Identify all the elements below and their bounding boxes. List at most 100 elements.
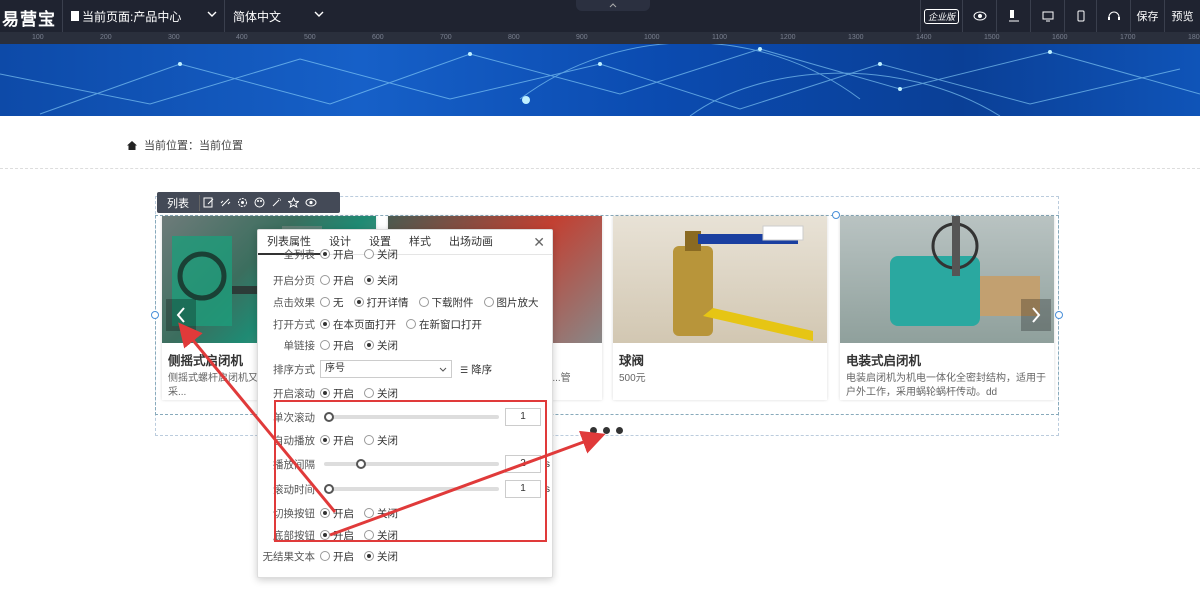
home-icon[interactable] — [127, 140, 137, 150]
radio-option[interactable]: 打开详情 — [353, 295, 409, 310]
setting-row-single-link: 单链接 开启 关闭 — [258, 336, 554, 354]
radio-option[interactable]: 开启 — [320, 247, 354, 262]
resize-handle-left[interactable] — [151, 311, 159, 319]
setting-row-pagination: 开启分页 开启 关闭 — [258, 271, 554, 289]
radio-option[interactable]: 关闭 — [364, 386, 398, 401]
resize-handle-right[interactable] — [1055, 311, 1063, 319]
radio-circle — [320, 340, 330, 350]
ruler-tick: 1700 — [1120, 34, 1136, 41]
radio-option[interactable]: 关闭 — [364, 247, 398, 262]
product-title[interactable]: 电装式启闭机 — [846, 350, 921, 369]
collapse-handle[interactable] — [576, 0, 650, 11]
ruler-tick: 1800 — [1188, 34, 1200, 41]
highlight-box — [274, 400, 547, 542]
ruler-tick: 1300 — [848, 34, 864, 41]
list-toolbar-label[interactable]: 列表 — [157, 194, 200, 211]
carousel-prev-button[interactable] — [166, 299, 196, 331]
chevron-up-icon — [609, 3, 617, 8]
magic-icon[interactable] — [268, 194, 285, 211]
resize-handle-top[interactable] — [832, 211, 840, 219]
setting-row-no-result: 无结果文本 开启 关闭 — [258, 547, 554, 565]
product-desc: 电装启闭机为机电一体化全密封结构，适用于户外工作，采用蜗轮蜗杆传动。dd — [846, 373, 1046, 398]
ruler-tick: 800 — [508, 34, 520, 41]
radio-circle — [320, 297, 330, 307]
ruler-tick: 1200 — [780, 34, 796, 41]
page-select[interactable]: 当前页面:产品中心 — [62, 0, 227, 32]
setting-label: 无结果文本 — [262, 550, 316, 563]
chevron-right-icon — [1032, 307, 1041, 323]
product-title[interactable]: 侧摇式启闭机 — [168, 350, 243, 369]
radio-circle — [320, 249, 330, 259]
product-card[interactable]: 球阀 500元 — [613, 216, 827, 400]
sort-desc-icon: ☰ — [460, 364, 469, 375]
radio-option[interactable]: 关闭 — [364, 273, 398, 288]
radio-circle — [483, 297, 494, 307]
network-graphic — [0, 44, 1200, 116]
carousel-dot[interactable] — [616, 427, 623, 434]
carousel-next-button[interactable] — [1021, 299, 1051, 331]
radio-option[interactable]: 关闭 — [364, 338, 398, 353]
sort-select[interactable]: 序号 — [320, 360, 452, 378]
ruler-tick: 500 — [304, 34, 316, 41]
star-icon[interactable] — [285, 194, 302, 211]
mobile-view-button[interactable] — [1064, 0, 1096, 32]
radio-circle — [353, 297, 364, 307]
radio-label: 关闭 — [377, 248, 398, 261]
edit-icon[interactable] — [200, 194, 217, 211]
radio-option[interactable]: 在新窗口打开 — [406, 317, 482, 332]
setting-label: 点击效果 — [273, 296, 315, 309]
banner-image — [0, 44, 1200, 116]
sort-order-toggle[interactable]: ☰ 降序 — [460, 362, 492, 377]
save-button[interactable]: 保存 — [1130, 0, 1164, 32]
radio-label: 无 — [333, 296, 344, 309]
page-icon — [71, 11, 79, 21]
radio-option[interactable]: 图片放大 — [483, 295, 539, 310]
radio-option[interactable]: 下载附件 — [418, 295, 474, 310]
section-divider — [0, 168, 1200, 169]
ruler-tick: 1500 — [984, 34, 1000, 41]
radio-label: 关闭 — [377, 274, 398, 287]
desktop-view-button[interactable] — [1030, 0, 1064, 32]
preview-eye-button[interactable] — [962, 0, 996, 32]
chevron-down-icon — [439, 367, 447, 372]
breadcrumb: 当前位置： 当前位置 — [127, 137, 243, 153]
edition-badge[interactable]: 企业版 — [920, 0, 962, 32]
language-select[interactable]: 简体中文 — [224, 0, 334, 32]
product-image[interactable] — [613, 216, 827, 343]
radio-circle — [364, 551, 374, 561]
radio-label: 关闭 — [377, 387, 398, 400]
gear-icon[interactable] — [234, 194, 251, 211]
radio-option[interactable]: 在本页面打开 — [320, 317, 396, 332]
setting-row-open-mode: 打开方式 在本页面打开 在新窗口打开 — [258, 315, 554, 333]
radio-label: 在本页面打开 — [333, 318, 396, 331]
radio-option[interactable]: 开启 — [320, 386, 354, 401]
radio-label: 开启 — [333, 550, 354, 563]
breadcrumb-current[interactable]: 当前位置 — [199, 137, 243, 153]
page-select-label: 当前页面:产品中心 — [82, 9, 182, 24]
setting-row-sort: 排序方式 序号 ☰ 降序 — [258, 360, 554, 378]
radio-circle — [418, 297, 429, 307]
link-icon[interactable] — [217, 194, 234, 211]
radio-option[interactable]: 开启 — [320, 549, 354, 564]
radio-option[interactable]: 开启 — [320, 273, 354, 288]
phone-icon — [1077, 10, 1084, 22]
product-title[interactable]: 球阀 — [619, 350, 644, 369]
eye-icon — [973, 11, 986, 21]
layout-button[interactable] — [996, 0, 1030, 32]
palette-icon[interactable] — [251, 194, 268, 211]
radio-label: 在新窗口打开 — [419, 318, 482, 331]
list-toolbar: 列表 — [157, 192, 340, 213]
radio-circle — [364, 388, 374, 398]
ruler-tick: 300 — [168, 34, 180, 41]
radio-option[interactable]: 开启 — [320, 338, 354, 353]
radio-option[interactable]: 无 — [320, 295, 344, 310]
radio-option[interactable]: 关闭 — [364, 549, 398, 564]
support-button[interactable] — [1096, 0, 1130, 32]
radio-circle — [320, 319, 330, 329]
eye-icon[interactable] — [302, 194, 319, 211]
radio-label: 关闭 — [377, 339, 398, 352]
ruler-tick: 1000 — [644, 34, 660, 41]
carousel-dot[interactable] — [603, 427, 610, 434]
carousel-dot[interactable] — [590, 427, 597, 434]
preview-button[interactable]: 预览 — [1164, 0, 1200, 32]
